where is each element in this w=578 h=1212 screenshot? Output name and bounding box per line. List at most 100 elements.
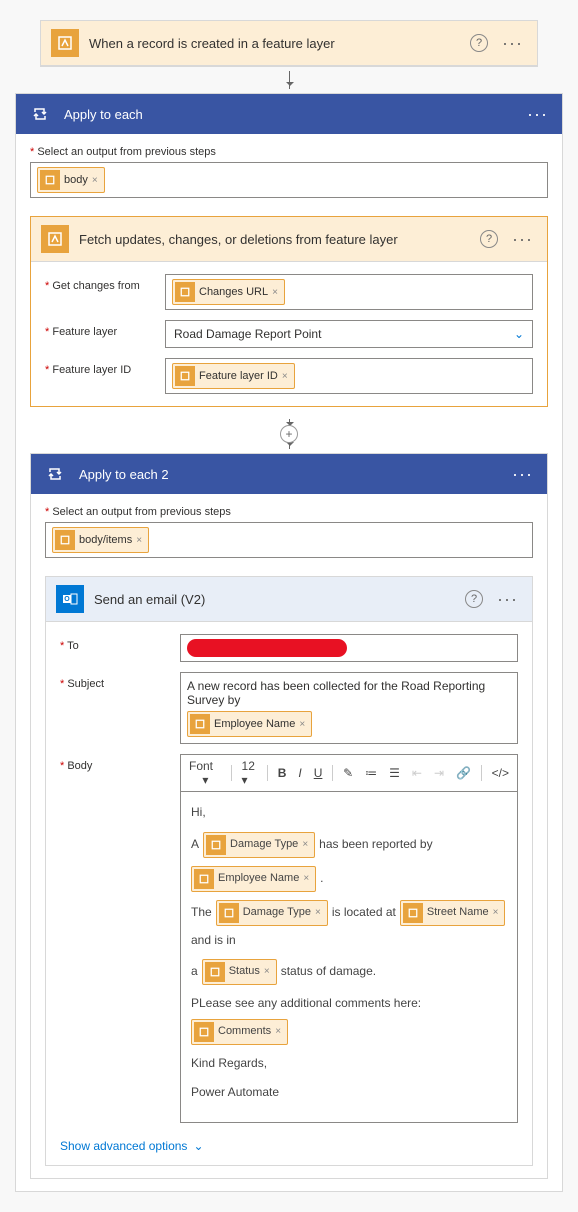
feature-layer-id-input[interactable]: Feature layer ID × (165, 358, 533, 394)
apply-each-card: Apply to each ··· Select an output from … (15, 93, 563, 1192)
damage-type-token[interactable]: Damage Type× (203, 832, 315, 858)
token-text: Comments (218, 1022, 271, 1042)
fetch-body: Get changes from Changes URL × Feature l… (31, 262, 547, 406)
remove-icon[interactable]: × (92, 175, 98, 186)
changes-url-token[interactable]: Changes URL × (172, 279, 285, 305)
subject-input[interactable]: A new record has been collected for the … (180, 672, 518, 744)
token-text: Status (229, 962, 260, 982)
more-icon[interactable]: ··· (498, 33, 527, 54)
number-list-button[interactable]: ☰ (387, 766, 402, 780)
label-feature-layer-id: Feature layer ID (45, 358, 153, 376)
label-feature-layer: Feature layer (45, 320, 153, 338)
subject-text: A new record has been collected for the … (187, 679, 511, 707)
row-body: Body Font ▾ 12 ▾ B I U (60, 754, 518, 1123)
italic-button[interactable]: I (296, 766, 303, 780)
outdent-button[interactable]: ⇤ (410, 766, 424, 780)
body-editor[interactable]: Hi, A Damage Type× has been reported by … (180, 791, 518, 1123)
more-icon[interactable]: ··· (523, 104, 552, 125)
chevron-down-icon: ⌄ (193, 1139, 203, 1153)
comments-token[interactable]: Comments× (191, 1019, 288, 1045)
email-header[interactable]: O Send an email (V2) ? ··· (46, 577, 532, 622)
remove-icon[interactable]: × (493, 904, 499, 922)
row-to: To (60, 634, 518, 662)
strike-button[interactable]: ✎ (341, 766, 355, 780)
add-step-button[interactable]: + (280, 425, 298, 443)
remove-icon[interactable]: × (303, 870, 309, 888)
employee-name-token[interactable]: Employee Name× (191, 866, 316, 892)
more-icon[interactable]: ··· (508, 464, 537, 485)
get-changes-input[interactable]: Changes URL × (165, 274, 533, 310)
remove-icon[interactable]: × (136, 535, 142, 546)
token-text: Street Name (427, 903, 489, 923)
street-name-token[interactable]: Street Name× (400, 900, 506, 926)
remove-icon[interactable]: × (299, 719, 305, 730)
label-to: To (60, 634, 168, 652)
code-view-button[interactable]: </> (490, 766, 511, 780)
token-text: body/items (79, 534, 132, 546)
advanced-text: Show advanced options (60, 1139, 187, 1153)
feature-layer-id-token[interactable]: Feature layer ID × (172, 363, 295, 389)
size-select[interactable]: 12 ▾ (240, 759, 259, 787)
email-title: Send an email (V2) (94, 592, 455, 607)
arcgis-icon (403, 903, 423, 923)
output-input-2[interactable]: body/items × (45, 522, 533, 558)
loop-icon (26, 100, 54, 128)
apply-each-title: Apply to each (64, 107, 513, 122)
arcgis-icon (190, 714, 210, 734)
more-icon[interactable]: ··· (493, 589, 522, 610)
arcgis-icon (194, 869, 214, 889)
help-icon[interactable]: ? (465, 590, 483, 608)
select-value: Road Damage Report Point (174, 327, 321, 341)
apply-each-header[interactable]: Apply to each ··· (16, 94, 562, 134)
body-token[interactable]: body × (37, 167, 105, 193)
bullet-list-button[interactable]: ≔ (363, 766, 379, 780)
remove-icon[interactable]: × (282, 371, 288, 382)
indent-button[interactable]: ⇥ (432, 766, 446, 780)
bold-button[interactable]: B (276, 766, 289, 780)
apply-each-2-body: Select an output from previous steps bod… (31, 494, 547, 1178)
trigger-header[interactable]: When a record is created in a feature la… (41, 21, 537, 66)
help-icon[interactable]: ? (470, 34, 488, 52)
fetch-header[interactable]: Fetch updates, changes, or deletions fro… (31, 217, 547, 262)
underline-button[interactable]: U (312, 766, 325, 780)
damage-type-token[interactable]: Damage Type× (216, 900, 328, 926)
font-select[interactable]: Font ▾ (187, 759, 223, 787)
employee-name-token[interactable]: Employee Name × (187, 711, 312, 737)
remove-icon[interactable]: × (275, 1023, 281, 1041)
show-advanced-link[interactable]: Show advanced options ⌄ (60, 1139, 518, 1153)
text: . (320, 868, 323, 890)
connector: + (30, 415, 548, 453)
to-input[interactable] (180, 634, 518, 662)
remove-icon[interactable]: × (315, 904, 321, 922)
row-get-changes: Get changes from Changes URL × (45, 274, 533, 310)
link-button[interactable]: 🔗 (454, 766, 473, 780)
arcgis-icon (40, 170, 60, 190)
body-items-token[interactable]: body/items × (52, 527, 149, 553)
remove-icon[interactable]: × (264, 963, 270, 981)
apply-each-2-header[interactable]: Apply to each 2 ··· (31, 454, 547, 494)
row-feature-layer: Feature layer Road Damage Report Point ⌄ (45, 320, 533, 348)
feature-layer-select[interactable]: Road Damage Report Point ⌄ (165, 320, 533, 348)
row-feature-layer-id: Feature layer ID Feature layer ID × (45, 358, 533, 394)
fetch-title: Fetch updates, changes, or deletions fro… (79, 232, 470, 247)
more-icon[interactable]: ··· (508, 229, 537, 250)
text: Power Automate (191, 1082, 279, 1104)
text: The (191, 902, 212, 924)
help-icon[interactable]: ? (480, 230, 498, 248)
remove-icon[interactable]: × (272, 287, 278, 298)
output-input[interactable]: body × (30, 162, 548, 198)
text: a (191, 961, 198, 983)
rich-text-toolbar: Font ▾ 12 ▾ B I U ✎ ≔ (180, 754, 518, 791)
arcgis-icon (206, 835, 226, 855)
remove-icon[interactable]: × (302, 836, 308, 854)
text: and is in (191, 930, 236, 952)
outlook-icon: O (56, 585, 84, 613)
arcgis-icon (205, 962, 225, 982)
text: A (191, 834, 199, 856)
token-text: body (64, 174, 88, 186)
email-card: O Send an email (V2) ? ··· To (45, 576, 533, 1166)
arcgis-icon (51, 29, 79, 57)
status-token[interactable]: Status× (202, 959, 277, 985)
token-text: Damage Type (230, 835, 298, 855)
apply-each-2-title: Apply to each 2 (79, 467, 498, 482)
